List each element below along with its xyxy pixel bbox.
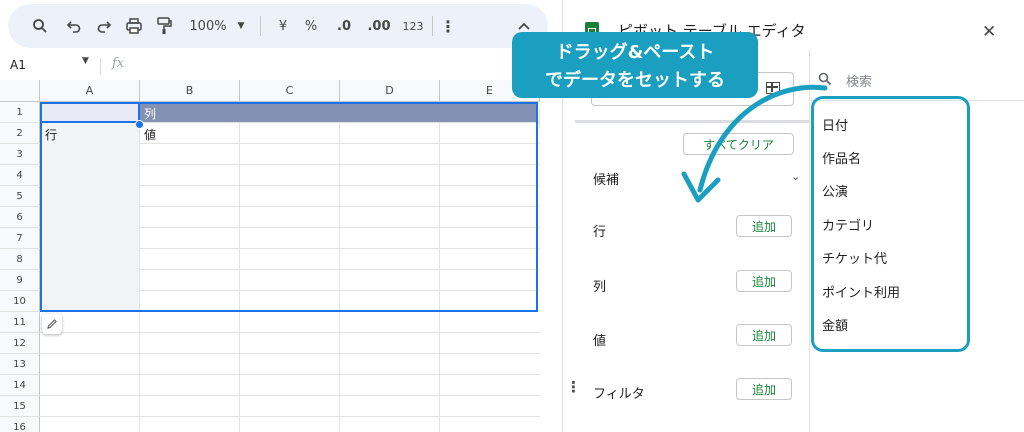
name-box[interactable]: A1 [10, 58, 26, 72]
drag-handle-icon[interactable]: ⋮ [566, 378, 581, 396]
suggestions-label[interactable]: 候補 [593, 169, 619, 188]
row-number: 10 [13, 295, 26, 307]
row-number: 2 [16, 127, 23, 139]
callout-line-1: ドラッグ&ペースト [555, 42, 715, 63]
row-header[interactable]: 4 [0, 165, 40, 186]
row-header[interactable]: 1 [0, 102, 40, 123]
add-label: 追加 [751, 328, 776, 343]
column-header-a[interactable]: A [40, 80, 140, 102]
column-letter: C [285, 84, 294, 97]
field-search-input[interactable]: 検索 [846, 71, 872, 90]
select-all-corner[interactable] [0, 80, 40, 102]
search-menus-icon[interactable] [28, 4, 52, 48]
percent-format-button[interactable]: % [300, 4, 322, 48]
row-header[interactable]: 10 [0, 291, 40, 312]
currency-label: ¥ [278, 18, 288, 34]
number-format-label: 123 [402, 19, 424, 33]
column-header-d[interactable]: D [340, 80, 440, 102]
fill-handle[interactable] [135, 120, 144, 129]
row-number: 16 [13, 421, 26, 432]
row-header[interactable]: 12 [0, 333, 40, 354]
undo-icon[interactable] [62, 4, 86, 48]
gridline [40, 332, 540, 333]
filters-section-label: フィルタ [593, 387, 645, 402]
more-vert-icon[interactable]: ⋮ [438, 4, 458, 48]
increase-decimal-label: .00 [367, 18, 391, 34]
decrease-decimal-label: .0 [337, 18, 351, 34]
row-number: 11 [13, 316, 26, 328]
zoom-caret-icon[interactable]: ▼ [234, 4, 248, 48]
print-icon[interactable] [122, 4, 146, 48]
row-number: 7 [16, 232, 23, 244]
add-label: 追加 [751, 219, 776, 234]
add-label: 追加 [751, 382, 776, 397]
active-cell-border [40, 102, 140, 123]
row-header[interactable]: 15 [0, 396, 40, 417]
decrease-decimal-button[interactable]: .0 [330, 4, 358, 48]
values-section-label: 値 [593, 334, 607, 349]
row-number: 14 [13, 379, 26, 391]
pencil-icon [47, 319, 57, 329]
close-icon[interactable]: ✕ [982, 22, 996, 42]
increase-decimal-button[interactable]: .00 [362, 4, 396, 48]
currency-format-button[interactable]: ¥ [272, 4, 294, 48]
paint-format-icon[interactable] [152, 4, 176, 48]
gridline [40, 395, 540, 396]
number-format-button[interactable]: 123 [398, 4, 428, 48]
rows-section-label: 行 [593, 225, 607, 240]
toolbar-divider [432, 16, 433, 36]
toolbar: 100% ▼ ¥ % .0 .00 123 ⋮ [8, 4, 548, 48]
row-header[interactable]: 14 [0, 375, 40, 396]
pivot-range-border [40, 102, 538, 312]
toolbar-divider [260, 16, 261, 36]
formula-bar: A1 ▼ fx [0, 54, 540, 78]
gridline [40, 416, 540, 417]
row-header[interactable]: 3 [0, 144, 40, 165]
filters-add-button[interactable]: 追加 [736, 378, 792, 400]
row-header[interactable]: 16 [0, 417, 40, 432]
zoom-value: 100% [189, 18, 227, 34]
row-number: 3 [16, 148, 23, 160]
column-header-b[interactable]: B [140, 80, 240, 102]
row-header[interactable]: 13 [0, 354, 40, 375]
row-header[interactable]: 2 [0, 123, 40, 144]
row-header[interactable]: 5 [0, 186, 40, 207]
column-letter: A [85, 84, 94, 97]
row-header[interactable]: 8 [0, 249, 40, 270]
values-add-button[interactable]: 追加 [736, 324, 792, 346]
row-number: 5 [16, 190, 23, 202]
formula-divider [100, 58, 101, 74]
row-header[interactable]: 7 [0, 228, 40, 249]
zoom-select[interactable]: 100% [186, 4, 230, 48]
column-header-c[interactable]: C [240, 80, 340, 102]
column-letter: E [486, 84, 493, 97]
redo-icon[interactable] [92, 4, 116, 48]
row-header[interactable]: 9 [0, 270, 40, 291]
row-header[interactable]: 11 [0, 312, 40, 333]
add-label: 追加 [751, 274, 776, 289]
row-number: 9 [16, 274, 23, 286]
row-number: 13 [13, 358, 26, 370]
spreadsheet-grid[interactable]: A B C D E 1 2 3 4 5 6 7 8 9 10 11 12 13 … [0, 80, 540, 432]
vertical-scrollbar[interactable] [539, 107, 540, 131]
curved-arrow-icon [681, 84, 828, 203]
columns-section-label: 列 [593, 280, 607, 295]
row-number: 1 [16, 106, 23, 118]
row-number: 6 [16, 211, 23, 223]
gridline [40, 353, 540, 354]
name-box-caret-icon[interactable]: ▼ [82, 56, 89, 66]
row-number: 8 [16, 253, 23, 265]
row-number: 4 [16, 169, 23, 181]
row-number: 15 [13, 400, 26, 412]
gridline [40, 374, 540, 375]
percent-label: % [304, 18, 318, 34]
column-letter: B [185, 84, 194, 97]
row-number: 12 [13, 337, 26, 349]
column-letter: D [385, 84, 394, 97]
fx-icon: fx [112, 56, 125, 71]
edit-pivot-button[interactable] [42, 314, 62, 334]
columns-add-button[interactable]: 追加 [736, 270, 792, 292]
row-header[interactable]: 6 [0, 207, 40, 228]
